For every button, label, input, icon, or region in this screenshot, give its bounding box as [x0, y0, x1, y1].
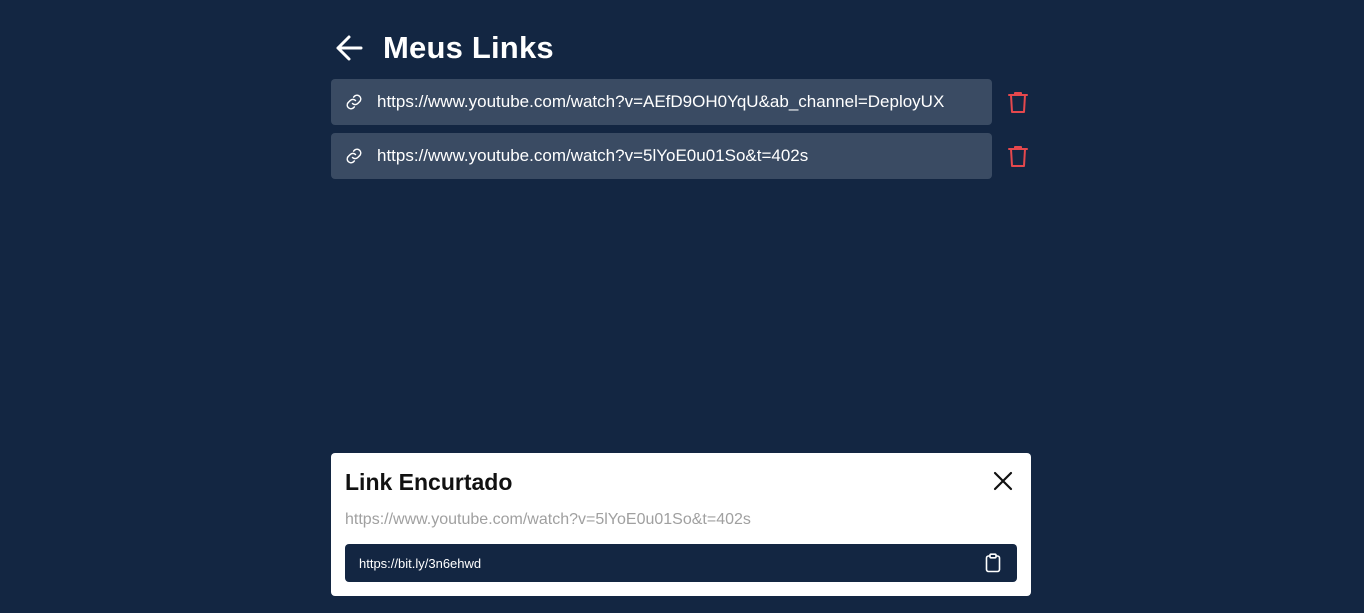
- short-link-modal: Link Encurtado https://www.youtube.com/w…: [331, 453, 1031, 596]
- links-list: https://www.youtube.com/watch?v=AEfD9OH0…: [331, 79, 1031, 187]
- link-item[interactable]: https://www.youtube.com/watch?v=AEfD9OH0…: [331, 79, 993, 125]
- short-url: https://bit.ly/3n6ehwd: [359, 555, 482, 571]
- link-url: https://www.youtube.com/watch?v=AEfD9OH0…: [377, 92, 945, 111]
- clipboard-icon: [985, 553, 1001, 573]
- link-item[interactable]: https://www.youtube.com/watch?v=5lYoE0u0…: [331, 133, 993, 179]
- link-icon: [345, 147, 363, 165]
- delete-link-button[interactable]: [1005, 143, 1031, 169]
- close-icon: [993, 471, 1013, 491]
- modal-title: Link Encurtado: [345, 469, 513, 495]
- list-item: https://www.youtube.com/watch?v=AEfD9OH0…: [331, 79, 1031, 125]
- short-url-box[interactable]: https://bit.ly/3n6ehwd: [345, 544, 1017, 582]
- close-modal-button[interactable]: [991, 469, 1015, 493]
- link-icon: [345, 93, 363, 111]
- page: Meus Links https://www.youtube.com/watch…: [0, 0, 1364, 613]
- trash-icon: [1008, 92, 1029, 113]
- header: Meus Links: [333, 28, 554, 68]
- page-title: Meus Links: [383, 30, 554, 65]
- link-url: https://www.youtube.com/watch?v=5lYoE0u0…: [377, 146, 809, 165]
- back-button[interactable]: [333, 32, 365, 64]
- arrow-left-icon: [336, 35, 363, 61]
- copy-button[interactable]: [983, 552, 1003, 574]
- original-url: https://www.youtube.com/watch?v=5lYoE0u0…: [345, 511, 751, 528]
- list-item: https://www.youtube.com/watch?v=5lYoE0u0…: [331, 133, 1031, 179]
- delete-link-button[interactable]: [1005, 89, 1031, 115]
- trash-icon: [1008, 146, 1029, 167]
